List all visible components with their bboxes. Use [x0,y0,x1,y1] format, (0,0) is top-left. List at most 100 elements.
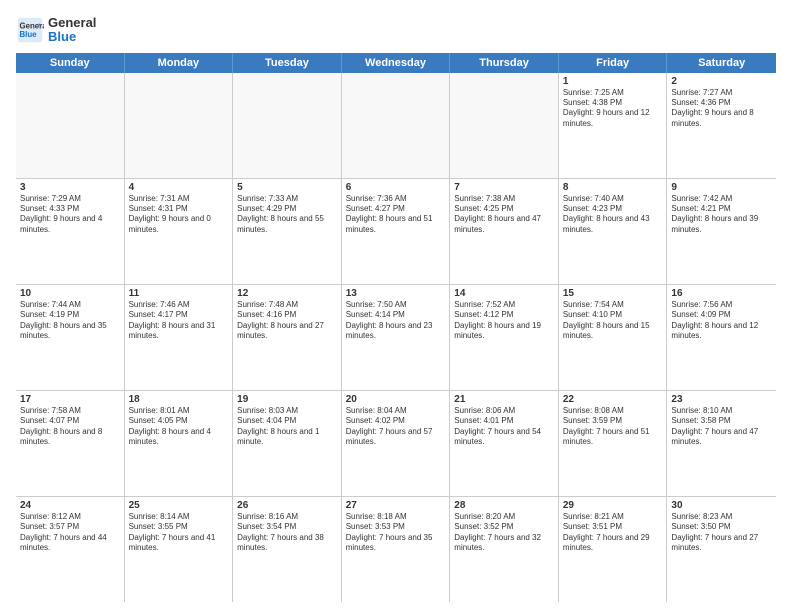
day-number: 20 [346,394,446,405]
day-number: 14 [454,288,554,299]
day-info: Sunrise: 8:21 AM Sunset: 3:51 PM Dayligh… [563,512,663,554]
day-info: Sunrise: 7:31 AM Sunset: 4:31 PM Dayligh… [129,194,229,236]
header-day-tuesday: Tuesday [233,53,342,73]
day-number: 23 [671,394,772,405]
day-cell-30: 30Sunrise: 8:23 AM Sunset: 3:50 PM Dayli… [667,497,776,602]
header-day-wednesday: Wednesday [342,53,451,73]
svg-text:General: General [20,22,45,31]
day-cell-10: 10Sunrise: 7:44 AM Sunset: 4:19 PM Dayli… [16,285,125,390]
day-cell-15: 15Sunrise: 7:54 AM Sunset: 4:10 PM Dayli… [559,285,668,390]
header-day-friday: Friday [559,53,668,73]
day-cell-17: 17Sunrise: 7:58 AM Sunset: 4:07 PM Dayli… [16,391,125,496]
day-number: 27 [346,500,446,511]
day-cell-18: 18Sunrise: 8:01 AM Sunset: 4:05 PM Dayli… [125,391,234,496]
day-info: Sunrise: 7:29 AM Sunset: 4:33 PM Dayligh… [20,194,120,236]
calendar: SundayMondayTuesdayWednesdayThursdayFrid… [16,53,776,602]
day-cell-23: 23Sunrise: 8:10 AM Sunset: 3:58 PM Dayli… [667,391,776,496]
header-day-monday: Monday [125,53,234,73]
day-cell-5: 5Sunrise: 7:33 AM Sunset: 4:29 PM Daylig… [233,179,342,284]
day-info: Sunrise: 7:46 AM Sunset: 4:17 PM Dayligh… [129,300,229,342]
day-info: Sunrise: 7:58 AM Sunset: 4:07 PM Dayligh… [20,406,120,448]
day-info: Sunrise: 7:52 AM Sunset: 4:12 PM Dayligh… [454,300,554,342]
day-cell-16: 16Sunrise: 7:56 AM Sunset: 4:09 PM Dayli… [667,285,776,390]
calendar-row-5: 24Sunrise: 8:12 AM Sunset: 3:57 PM Dayli… [16,497,776,602]
day-cell-8: 8Sunrise: 7:40 AM Sunset: 4:23 PM Daylig… [559,179,668,284]
day-number: 24 [20,500,120,511]
day-cell-25: 25Sunrise: 8:14 AM Sunset: 3:55 PM Dayli… [125,497,234,602]
day-cell-19: 19Sunrise: 8:03 AM Sunset: 4:04 PM Dayli… [233,391,342,496]
day-cell-3: 3Sunrise: 7:29 AM Sunset: 4:33 PM Daylig… [16,179,125,284]
day-info: Sunrise: 8:12 AM Sunset: 3:57 PM Dayligh… [20,512,120,554]
day-number: 29 [563,500,663,511]
day-number: 28 [454,500,554,511]
day-cell-12: 12Sunrise: 7:48 AM Sunset: 4:16 PM Dayli… [233,285,342,390]
day-number: 19 [237,394,337,405]
day-cell-28: 28Sunrise: 8:20 AM Sunset: 3:52 PM Dayli… [450,497,559,602]
day-number: 9 [671,182,772,193]
day-info: Sunrise: 7:40 AM Sunset: 4:23 PM Dayligh… [563,194,663,236]
day-number: 7 [454,182,554,193]
calendar-row-2: 3Sunrise: 7:29 AM Sunset: 4:33 PM Daylig… [16,179,776,285]
day-info: Sunrise: 8:20 AM Sunset: 3:52 PM Dayligh… [454,512,554,554]
day-number: 8 [563,182,663,193]
day-cell-1: 1Sunrise: 7:25 AM Sunset: 4:38 PM Daylig… [559,73,668,178]
day-number: 4 [129,182,229,193]
day-info: Sunrise: 8:01 AM Sunset: 4:05 PM Dayligh… [129,406,229,448]
logo: General Blue General Blue [16,16,96,45]
day-number: 6 [346,182,446,193]
day-info: Sunrise: 7:54 AM Sunset: 4:10 PM Dayligh… [563,300,663,342]
day-cell-22: 22Sunrise: 8:08 AM Sunset: 3:59 PM Dayli… [559,391,668,496]
day-number: 2 [671,76,772,87]
header-day-sunday: Sunday [16,53,125,73]
day-cell-empty-0-1 [125,73,234,178]
day-number: 16 [671,288,772,299]
day-number: 11 [129,288,229,299]
day-cell-26: 26Sunrise: 8:16 AM Sunset: 3:54 PM Dayli… [233,497,342,602]
day-info: Sunrise: 8:06 AM Sunset: 4:01 PM Dayligh… [454,406,554,448]
day-cell-empty-0-3 [342,73,451,178]
calendar-row-3: 10Sunrise: 7:44 AM Sunset: 4:19 PM Dayli… [16,285,776,391]
day-cell-13: 13Sunrise: 7:50 AM Sunset: 4:14 PM Dayli… [342,285,451,390]
header-day-saturday: Saturday [667,53,776,73]
day-cell-29: 29Sunrise: 8:21 AM Sunset: 3:51 PM Dayli… [559,497,668,602]
day-cell-2: 2Sunrise: 7:27 AM Sunset: 4:36 PM Daylig… [667,73,776,178]
day-number: 3 [20,182,120,193]
day-cell-4: 4Sunrise: 7:31 AM Sunset: 4:31 PM Daylig… [125,179,234,284]
day-cell-21: 21Sunrise: 8:06 AM Sunset: 4:01 PM Dayli… [450,391,559,496]
calendar-body: 1Sunrise: 7:25 AM Sunset: 4:38 PM Daylig… [16,73,776,602]
day-info: Sunrise: 8:23 AM Sunset: 3:50 PM Dayligh… [671,512,772,554]
day-info: Sunrise: 8:03 AM Sunset: 4:04 PM Dayligh… [237,406,337,448]
day-cell-11: 11Sunrise: 7:46 AM Sunset: 4:17 PM Dayli… [125,285,234,390]
day-number: 26 [237,500,337,511]
day-number: 21 [454,394,554,405]
day-info: Sunrise: 8:18 AM Sunset: 3:53 PM Dayligh… [346,512,446,554]
day-cell-empty-0-2 [233,73,342,178]
day-cell-20: 20Sunrise: 8:04 AM Sunset: 4:02 PM Dayli… [342,391,451,496]
day-info: Sunrise: 7:42 AM Sunset: 4:21 PM Dayligh… [671,194,772,236]
day-info: Sunrise: 7:33 AM Sunset: 4:29 PM Dayligh… [237,194,337,236]
calendar-row-1: 1Sunrise: 7:25 AM Sunset: 4:38 PM Daylig… [16,73,776,179]
day-number: 13 [346,288,446,299]
day-info: Sunrise: 8:14 AM Sunset: 3:55 PM Dayligh… [129,512,229,554]
day-info: Sunrise: 7:38 AM Sunset: 4:25 PM Dayligh… [454,194,554,236]
day-cell-6: 6Sunrise: 7:36 AM Sunset: 4:27 PM Daylig… [342,179,451,284]
day-info: Sunrise: 7:56 AM Sunset: 4:09 PM Dayligh… [671,300,772,342]
header-day-thursday: Thursday [450,53,559,73]
day-info: Sunrise: 7:50 AM Sunset: 4:14 PM Dayligh… [346,300,446,342]
calendar-row-4: 17Sunrise: 7:58 AM Sunset: 4:07 PM Dayli… [16,391,776,497]
logo-icon: General Blue [16,16,44,44]
day-number: 15 [563,288,663,299]
day-info: Sunrise: 8:16 AM Sunset: 3:54 PM Dayligh… [237,512,337,554]
day-number: 22 [563,394,663,405]
page: General Blue General Blue SundayMondayTu… [0,0,792,612]
day-cell-24: 24Sunrise: 8:12 AM Sunset: 3:57 PM Dayli… [16,497,125,602]
day-cell-14: 14Sunrise: 7:52 AM Sunset: 4:12 PM Dayli… [450,285,559,390]
day-cell-27: 27Sunrise: 8:18 AM Sunset: 3:53 PM Dayli… [342,497,451,602]
logo-text-blue: Blue [48,30,96,44]
day-cell-empty-0-4 [450,73,559,178]
day-cell-empty-0-0 [16,73,125,178]
header: General Blue General Blue [16,16,776,45]
day-number: 25 [129,500,229,511]
day-info: Sunrise: 8:08 AM Sunset: 3:59 PM Dayligh… [563,406,663,448]
day-info: Sunrise: 7:25 AM Sunset: 4:38 PM Dayligh… [563,88,663,130]
